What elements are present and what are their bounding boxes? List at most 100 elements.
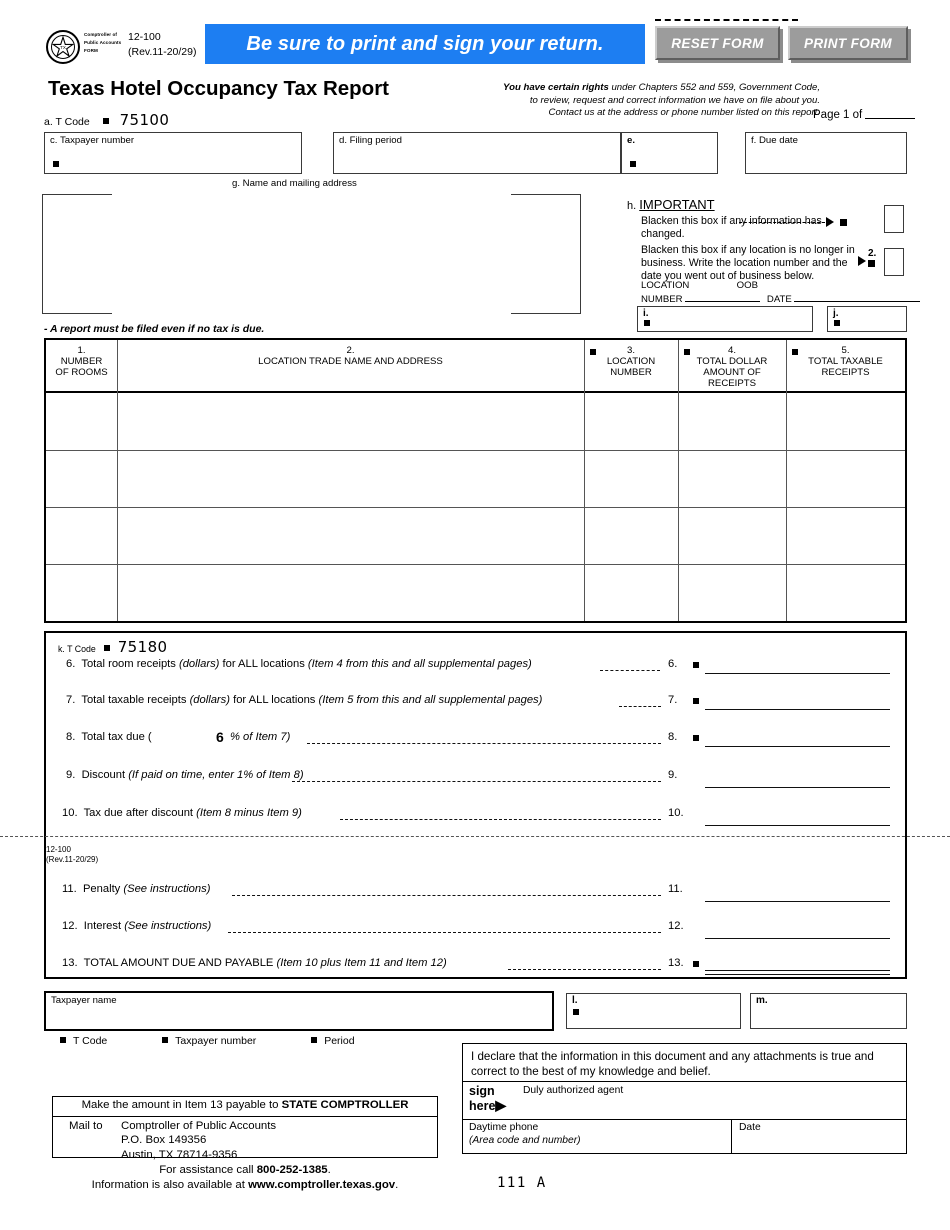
information-changed-checkbox[interactable] [884,205,904,233]
item-12-amount[interactable] [705,938,890,939]
field-i-label: i. [643,308,649,319]
oob-date-blank[interactable] [794,292,921,302]
item-9-amount[interactable] [705,787,890,788]
field-i-marker [644,320,650,326]
t-code-k-value: 75180 [117,638,168,656]
table-row[interactable] [46,450,905,507]
taxpayer-name-box[interactable]: Taxpayer name [44,991,554,1031]
filing-period-box[interactable]: d. Filing period [333,132,621,174]
important-marker-2-label: 2. [868,248,877,259]
due-date-label: f. Due date [751,135,798,146]
date-field[interactable]: Date [731,1120,908,1153]
location-number-blank[interactable] [685,292,761,302]
item-9-leader [292,781,661,782]
declaration-block: I declare that the information in this d… [462,1043,907,1154]
form-number-block: 12-100 (Rev.11-20/29) [128,30,196,60]
mail-line-1: Comptroller of Public Accounts [121,1120,277,1132]
item-13-number: 13. [668,957,684,969]
t-code-a-value: 75100 [119,111,170,129]
item-13-amount[interactable] [705,970,890,971]
field-m-label: m. [756,995,768,1006]
table-row[interactable] [46,564,905,621]
important-marker-2 [868,260,875,267]
mail-line-2: P.O. Box 149356 [121,1134,207,1147]
item-10-label: 10. Tax due after discount (Item 8 minus… [62,807,302,819]
item-8-number: 8. [668,731,678,743]
form-number: 12-100 [128,31,161,43]
banner-text: Be sure to print and sign your return. [246,32,604,55]
item-13-marker [693,961,699,967]
item-7-amount[interactable] [705,709,890,710]
item-8-amount[interactable] [705,746,890,747]
col-header-total-dollar: 4. TOTAL DOLLAR AMOUNT OF RECEIPTS [696,345,768,390]
page-title: Texas Hotel Occupancy Tax Report [48,77,390,100]
print-form-button[interactable]: PRINT FORM [788,26,908,60]
ocr-mark: 111 A [497,1175,547,1191]
item-8-rate-suffix: % of Item 7) [230,731,291,743]
mail-line-3: Austin, TX 78714-9356 [121,1148,238,1161]
location-oob-labels: LOCATION OOB NUMBER DATE [641,280,921,305]
item-12-number: 12. [668,920,684,932]
item-12-leader [228,932,661,933]
item-6-label: 6. Total room receipts (dollars) for ALL… [66,658,532,670]
form-revision: (Rev.11-20/29) [128,46,197,59]
item-7-label: 7. Total taxable receipts (dollars) for … [66,694,543,706]
page-of-blank[interactable] [865,108,916,119]
svg-text:TX: TX [60,45,66,50]
t-code-a-marker [102,118,109,124]
item-7-number: 7. [668,694,678,706]
info-prefix: Information is also available at [91,1178,249,1191]
col-header-location: 2. LOCATION TRADE NAME AND ADDRESS [258,345,443,368]
taxpayer-number-box[interactable]: c. Taxpayer number [44,132,302,174]
payable-to: STATE COMPTROLLER [281,1099,409,1111]
t-code-a-field: a. T Code 75100 [44,111,169,129]
field-i-box[interactable]: i. [637,306,813,332]
col-header-rooms: 1. NUMBER OF ROOMS [55,345,108,379]
signature-row[interactable]: sign here▶ Duly authorized agent [463,1082,906,1120]
table-row[interactable] [46,507,905,564]
item-7-leader [619,706,661,707]
location-label-1: LOCATION [641,280,690,291]
item-6-leader [600,670,660,671]
rights-line-1: under Chapters 552 and 559, Government C… [608,82,820,93]
comptroller-seal-icon: TX [46,30,80,64]
field-e-label: e. [627,135,636,146]
out-of-business-checkbox[interactable] [884,248,904,276]
field-m-box[interactable]: m. [750,993,907,1029]
item-13-leader [508,969,661,970]
item-11-amount[interactable] [705,901,890,902]
info-url[interactable]: www.comptroller.texas.gov [248,1179,395,1191]
assist-suffix: . [327,1164,331,1176]
print-sign-banner: Be sure to print and sign your return. [205,24,645,64]
daytime-phone-field[interactable]: Daytime phone (Area code and number) [469,1122,581,1148]
page-of-label: Page 1 of [813,109,863,121]
due-date-box[interactable]: f. Due date [745,132,907,174]
legend-t-code: T Code [73,1035,108,1047]
reset-form-button[interactable]: RESET FORM [655,26,780,60]
important-dash-1 [739,222,825,223]
item-8-leader [307,743,661,744]
field-l-box[interactable]: l. [566,993,741,1029]
item-13-amount-underline2 [705,974,890,975]
phone-date-row: Daytime phone (Area code and number) Date [463,1120,906,1153]
name-address-bracket-left[interactable] [42,194,112,314]
locations-table-header: 1. NUMBER OF ROOMS 2. LOCATION TRADE NAM… [46,340,905,393]
item-6-amount[interactable] [705,673,890,674]
field-j-box[interactable]: j. [827,306,907,332]
important-prefix: h. [627,200,637,212]
oob-label-2: DATE [766,293,792,305]
locations-table: 1. NUMBER OF ROOMS 2. LOCATION TRADE NAM… [44,338,907,623]
field-legend: T Code Taxpayer number Period [60,1035,407,1047]
info-suffix: . [395,1178,399,1191]
table-row[interactable] [46,393,905,450]
field-l-marker [573,1009,579,1015]
taxpayer-number-marker [53,161,59,167]
item-10-amount[interactable] [705,825,890,826]
location-label-2: NUMBER [641,293,683,305]
field-e-box[interactable]: e. [621,132,718,174]
name-address-bracket-right[interactable] [511,194,581,314]
assistance-info: For assistance call 800-252-1385. Inform… [52,1163,438,1193]
page-of-field: Page 1 of [813,108,916,121]
filing-period-label: d. Filing period [339,135,402,146]
field-j-marker [834,320,840,326]
